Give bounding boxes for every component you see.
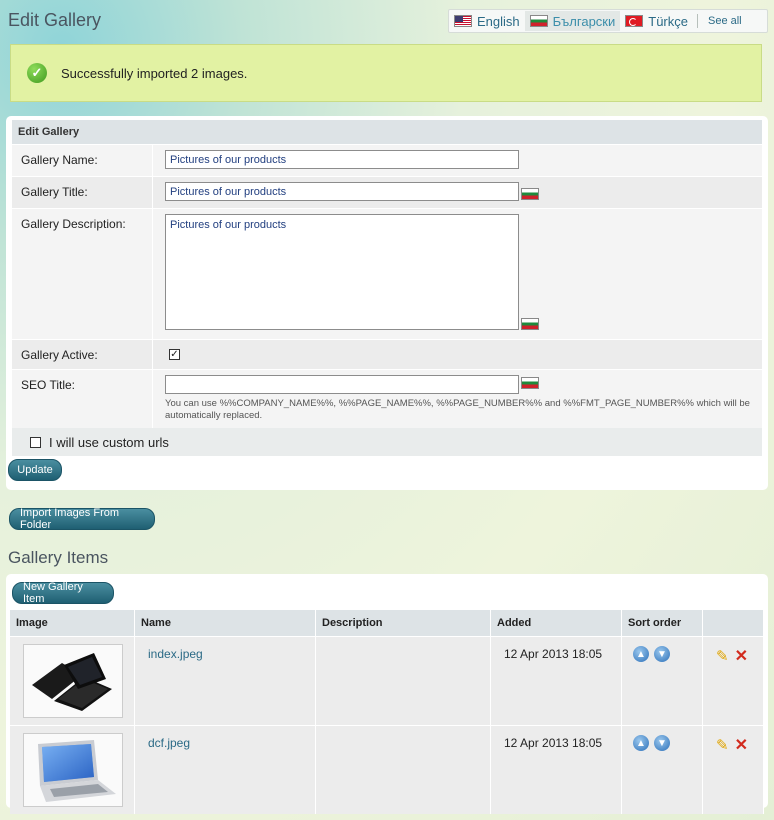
success-message-text: Successfully imported 2 images.: [61, 65, 248, 81]
gallery-items-table: Image Name Description Added Sort order: [10, 610, 764, 814]
gallery-active-label: Gallery Active:: [21, 348, 98, 362]
language-turkish[interactable]: Türkçe: [620, 11, 693, 31]
bg-flag-icon: [521, 188, 539, 200]
edit-pencil-icon[interactable]: ✎: [716, 647, 729, 665]
column-header: [702, 610, 764, 637]
item-name-link[interactable]: index.jpeg: [136, 638, 314, 661]
column-header: Name: [134, 610, 316, 637]
gallery-description-label: Gallery Description:: [21, 217, 126, 231]
update-button[interactable]: Update: [8, 459, 62, 481]
gallery-description-textarea[interactable]: Pictures of our products: [165, 214, 519, 330]
form-header: Edit Gallery: [12, 120, 762, 144]
success-message: ✓ Successfully imported 2 images.: [10, 44, 762, 102]
item-added-date: 12 Apr 2013 18:05: [504, 647, 603, 661]
move-down-icon[interactable]: ▼: [654, 735, 670, 751]
language-label: Türkçe: [648, 13, 688, 29]
bg-flag-icon: [521, 318, 539, 330]
us-flag-icon: [454, 15, 472, 27]
bg-flag-icon: [529, 15, 548, 27]
column-header: Sort order: [621, 610, 703, 637]
language-bulgarian[interactable]: Български: [524, 11, 621, 31]
gallery-title-input[interactable]: [165, 182, 519, 201]
column-header: Description: [315, 610, 491, 637]
table-row: dcf.jpeg 12 Apr 2013 18:05 ▲ ▼ ✎ ✕: [10, 725, 764, 814]
move-up-icon[interactable]: ▲: [633, 646, 649, 662]
new-gallery-item-button[interactable]: New Gallery Item: [12, 581, 114, 605]
edit-gallery-form: Edit Gallery Gallery Name: Gallery Title…: [6, 116, 768, 490]
gallery-name-row: Gallery Name:: [12, 144, 762, 176]
gallery-description-row: Gallery Description: Pictures of our pro…: [12, 208, 762, 339]
language-english[interactable]: English: [449, 11, 525, 31]
delete-icon[interactable]: ✕: [735, 735, 748, 755]
move-up-icon[interactable]: ▲: [633, 735, 649, 751]
bg-flag-icon: [521, 377, 539, 389]
import-images-button[interactable]: Import Images From Folder: [9, 507, 155, 531]
language-switcher: English Български Türkçe See all: [448, 9, 768, 33]
gallery-active-checkbox[interactable]: ✓: [169, 349, 180, 360]
divider: [696, 14, 698, 28]
seo-title-input[interactable]: [165, 375, 519, 394]
item-name-link[interactable]: dcf.jpeg: [136, 727, 314, 750]
see-all-languages-link[interactable]: See all: [702, 15, 748, 27]
custom-urls-row: I will use custom urls: [12, 428, 762, 456]
delete-icon[interactable]: ✕: [735, 646, 748, 666]
column-header: Added: [490, 610, 622, 637]
edit-pencil-icon[interactable]: ✎: [716, 736, 729, 754]
seo-title-row: SEO Title: You can use %%COMPANY_NAME%%,…: [12, 369, 762, 428]
column-header: Image: [10, 610, 135, 637]
move-down-icon[interactable]: ▼: [654, 646, 670, 662]
seo-title-hint: You can use %%COMPANY_NAME%%, %%PAGE_NAM…: [165, 398, 750, 421]
page-title: Edit Gallery: [8, 10, 102, 30]
gallery-active-row: Gallery Active: ✓: [12, 339, 762, 369]
gallery-items-panel: New Gallery Item Image Name Description …: [6, 574, 768, 814]
gallery-title-label: Gallery Title:: [21, 185, 88, 199]
tr-flag-icon: [625, 15, 644, 27]
laptop-thumbnail-image[interactable]: [23, 733, 123, 807]
table-row: index.jpeg 12 Apr 2013 18:05 ▲ ▼ ✎ ✕: [10, 636, 764, 726]
language-label: Български: [552, 13, 616, 29]
custom-urls-checkbox[interactable]: [30, 436, 41, 448]
custom-urls-label: I will use custom urls: [49, 434, 169, 450]
gallery-items-title: Gallery Items: [8, 548, 109, 567]
language-label: English: [477, 13, 520, 29]
item-added-date: 12 Apr 2013 18:05: [504, 736, 603, 750]
seo-title-label: SEO Title:: [21, 378, 76, 392]
success-check-icon: ✓: [27, 63, 47, 83]
gallery-name-input[interactable]: [165, 150, 519, 169]
gallery-title-row: Gallery Title:: [12, 176, 762, 208]
laptop-thumbnail-image[interactable]: [23, 644, 123, 718]
gallery-name-label: Gallery Name:: [21, 153, 98, 167]
